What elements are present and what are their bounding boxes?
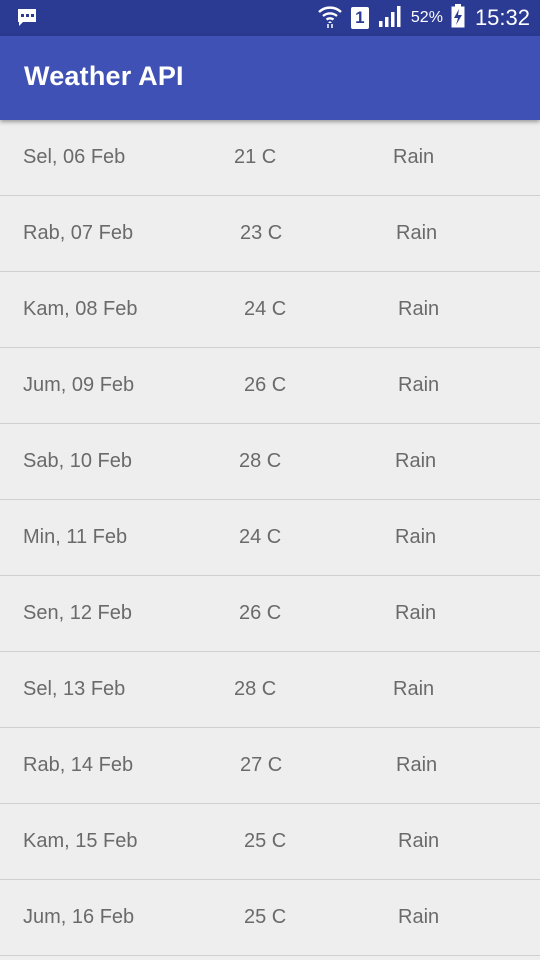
date-label: Sel, 13 Feb (23, 678, 126, 700)
message-icon (16, 8, 38, 28)
temperature-label: 25 C (244, 906, 287, 928)
condition-label: Rain (398, 906, 440, 928)
date-label: Sen, 12 Feb (23, 602, 132, 624)
list-item[interactable]: Rab, 07 Feb 23 C Rain (0, 196, 540, 272)
status-icons: 1 52% 15:32 (317, 0, 530, 36)
forecast-list[interactable]: Sel, 06 Feb 21 C Rain Rab, 07 Feb 23 C R… (0, 120, 540, 960)
date-label: Jum, 09 Feb (23, 374, 135, 396)
battery-charging-icon (451, 3, 465, 33)
wifi-icon (317, 3, 343, 34)
sim-icon: 1 (350, 7, 369, 29)
condition-label: Rain (395, 526, 437, 548)
condition-label: Rain (398, 830, 440, 852)
condition-label: Rain (395, 602, 437, 624)
condition-label: Rain (396, 222, 438, 244)
date-label: Rab, 14 Feb (23, 754, 134, 776)
list-item[interactable]: Jum, 09 Feb 26 C Rain (0, 348, 540, 424)
clock: 15:32 (474, 5, 530, 30)
date-label: Jum, 16 Feb (23, 906, 135, 928)
app-title: Weather API (24, 61, 184, 91)
list-item[interactable]: Kam, 15 Feb 25 C Rain (0, 804, 540, 880)
list-item[interactable]: Kam, 08 Feb 24 C Rain (0, 272, 540, 348)
temperature-label: 24 C (239, 526, 282, 548)
signal-icon (377, 4, 403, 33)
temperature-label: 21 C (234, 146, 277, 168)
date-label: Sab, 10 Feb (23, 450, 132, 472)
date-label: Sel, 06 Feb (23, 146, 126, 168)
list-item[interactable]: Sen, 12 Feb 26 C Rain (0, 576, 540, 652)
condition-label: Rain (393, 146, 435, 168)
battery-percent: 52% (410, 9, 443, 26)
list-item[interactable]: Sel, 13 Feb 28 C Rain (0, 652, 540, 728)
list-item[interactable]: Sel, 06 Feb 21 C Rain (0, 120, 540, 196)
condition-label: Rain (396, 754, 438, 776)
temperature-label: 24 C (244, 298, 287, 320)
status-bar: 1 52% 15:32 (0, 0, 540, 36)
condition-label: Rain (398, 298, 440, 320)
condition-label: Rain (398, 374, 440, 396)
date-label: Kam, 15 Feb (23, 830, 138, 852)
temperature-label: 28 C (239, 450, 282, 472)
temperature-label: 26 C (244, 374, 287, 396)
list-item[interactable]: Sab, 10 Feb 28 C Rain (0, 424, 540, 500)
temperature-label: 26 C (239, 602, 282, 624)
list-item[interactable]: Rab, 14 Feb 27 C Rain (0, 728, 540, 804)
temperature-label: 27 C (240, 754, 283, 776)
temperature-label: 25 C (244, 830, 287, 852)
condition-label: Rain (393, 678, 435, 700)
date-label: Min, 11 Feb (23, 526, 128, 548)
temperature-label: 28 C (234, 678, 277, 700)
temperature-label: 23 C (240, 222, 283, 244)
condition-label: Rain (395, 450, 437, 472)
list-item[interactable]: Min, 11 Feb 24 C Rain (0, 500, 540, 576)
sim-label: 1 (355, 8, 365, 27)
list-item[interactable]: Jum, 16 Feb 25 C Rain (0, 880, 540, 956)
date-label: Kam, 08 Feb (23, 298, 138, 320)
date-label: Rab, 07 Feb (23, 222, 134, 244)
app-bar: Weather API (0, 36, 540, 120)
